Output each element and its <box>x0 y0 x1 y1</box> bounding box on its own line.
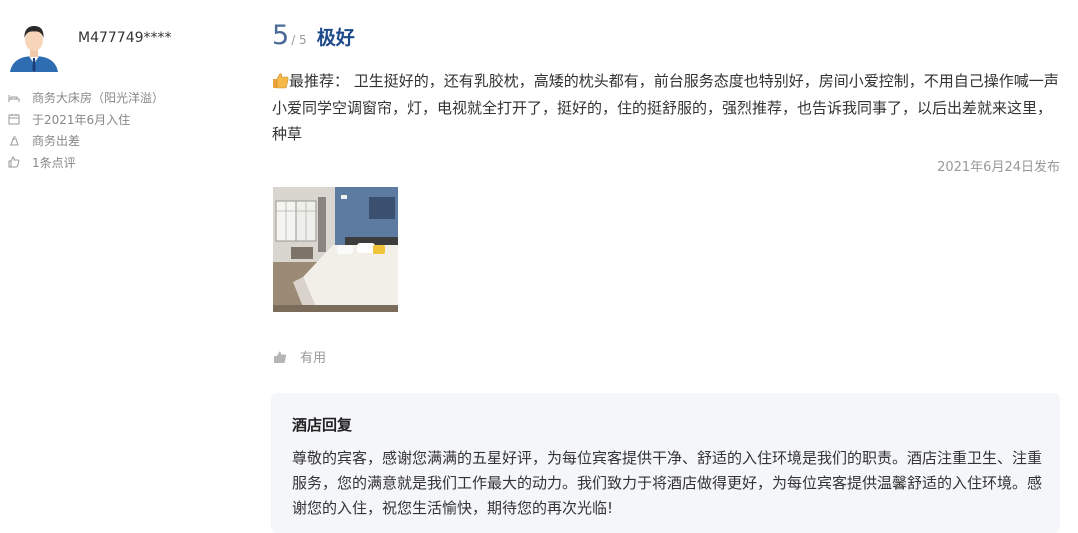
hotel-reply: 酒店回复 尊敬的宾客，感谢您满满的五星好评，为每位宾客提供干净、舒适的入住环境是… <box>271 393 1060 533</box>
trip-type: 商务出差 <box>32 134 81 149</box>
hotel-reply-title: 酒店回复 <box>292 416 353 434</box>
like-icon <box>273 350 287 364</box>
room-type: 商务大床房（阳光洋溢） <box>32 91 165 106</box>
hotel-reply-text: 尊敬的宾客，感谢您满满的五星好评，为每位宾客提供干净、舒适的入住环境是我们的职责… <box>292 449 1043 517</box>
useful-label: 有用 <box>300 351 327 366</box>
calendar-icon <box>8 113 20 125</box>
review-count-icon <box>8 156 20 168</box>
room-type-item: 商务大床房（阳光洋溢） <box>8 87 164 109</box>
review-text-block: 最推荐： 卫生挺好的，还有乳胶枕，高矮的枕头都有，前台服务态度也特别好，房间小爱… <box>272 68 1062 148</box>
user-meta-list: 商务大床房（阳光洋溢） 于2021年6月入住 商务出差 1条点评 <box>8 87 164 173</box>
review-text: 最推荐： 卫生挺好的，还有乳胶枕，高矮的枕头都有，前台服务态度也特别好，房间小爱… <box>272 72 1059 143</box>
bed-icon <box>8 92 20 104</box>
review-date: 2021年6月24日发布 <box>937 160 1060 175</box>
stay-date-item: 于2021年6月入住 <box>8 109 164 131</box>
score-total: / 5 <box>291 33 307 47</box>
avatar[interactable] <box>8 20 60 72</box>
review-photo[interactable] <box>273 187 398 312</box>
review-count-item: 1条点评 <box>8 152 164 174</box>
username[interactable]: M477749**** <box>78 30 172 46</box>
review-count: 1条点评 <box>32 155 76 170</box>
thumbs-up-icon <box>272 71 289 89</box>
rating-score: 5 / 5 极好 <box>272 20 355 54</box>
stay-date: 于2021年6月入住 <box>32 112 131 127</box>
score-label: 极好 <box>316 27 355 49</box>
trip-icon <box>8 135 20 147</box>
useful-button[interactable]: 有用 <box>273 347 326 366</box>
score-value: 5 <box>272 20 290 51</box>
trip-type-item: 商务出差 <box>8 130 164 152</box>
